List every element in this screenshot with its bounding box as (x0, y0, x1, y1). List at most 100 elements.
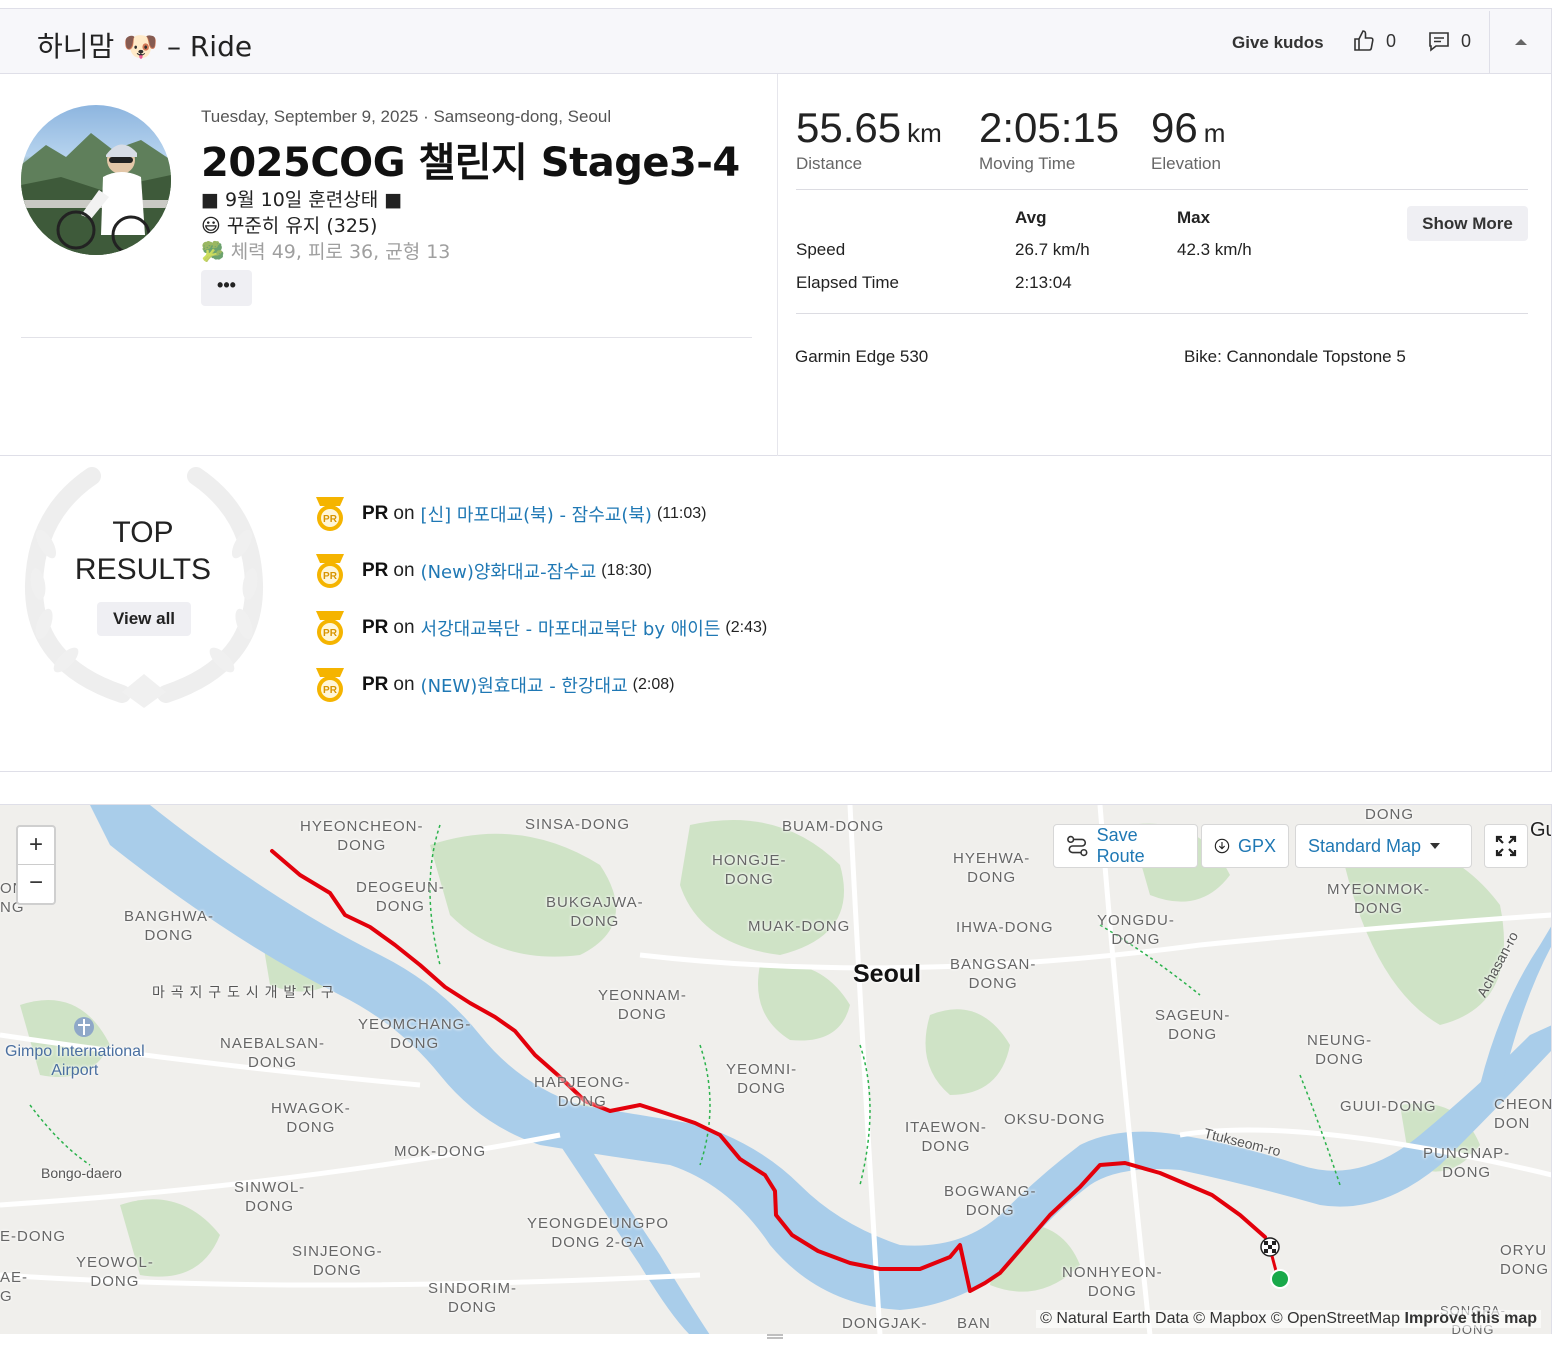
resize-handle-icon[interactable] (766, 1333, 784, 1341)
map-label: OKSU-DONG (1004, 1111, 1106, 1128)
fullscreen-button[interactable] (1484, 824, 1528, 868)
map-label: SINWOL- DONG (234, 1179, 306, 1215)
map-style-label: Standard Map (1308, 835, 1422, 856)
map-label: DONG (1365, 806, 1414, 823)
map-label: BANGSAN- DONG (950, 956, 1037, 992)
bike-name[interactable]: Bike: Cannondale Topstone 5 (1184, 347, 1406, 367)
pr-medal-icon: PR (316, 668, 344, 702)
map-label: HONGJE- DONG (712, 852, 787, 888)
description-line: 🥦 체력 49, 피로 36, 균형 13 (201, 241, 451, 263)
activity-date-location: Tuesday, September 9, 2025 · Samseong-do… (201, 107, 612, 126)
map-label: DONGJAK- (842, 1315, 928, 1332)
elevation-unit: m (1203, 118, 1226, 148)
top-results-title: TOP RESULTS (40, 514, 246, 588)
distance-label: Distance (796, 154, 863, 173)
gpx-label: GPX (1237, 835, 1276, 856)
improve-map-link[interactable]: Improve this map (1405, 1310, 1537, 1327)
svg-text:PR: PR (323, 628, 338, 639)
start-marker (1270, 1269, 1290, 1289)
device-name: Garmin Edge 530 (795, 347, 929, 366)
athlete-avatar[interactable] (21, 105, 171, 255)
comment-count: 0 (1461, 30, 1472, 51)
speed-avg: 26.7 km/h (1015, 240, 1090, 259)
svg-text:PR: PR (323, 514, 338, 525)
pr-on-text: on (393, 560, 415, 581)
pr-medal-icon: PR (316, 554, 344, 588)
collapse-caret-icon[interactable] (1512, 33, 1530, 51)
segment-link[interactable]: (NEW)원효대교 - 한강대교 (421, 672, 628, 698)
map-label: HAPJEONG- DONG (534, 1074, 631, 1110)
map-label: AE- G (0, 1269, 29, 1305)
speed-max: 42.3 km/h (1177, 240, 1252, 259)
map-label: YEOWOL- DONG (76, 1254, 154, 1290)
segment-link[interactable]: [신] 마포대교(북) - 잠수교(북) (421, 501, 652, 527)
map-label: PUNGNAP- DONG (1423, 1145, 1511, 1181)
map-label: E-DONG (0, 1228, 66, 1245)
pr-on-text: on (393, 674, 415, 695)
segment-time: (11:03) (656, 505, 707, 522)
chevron-down-icon (1430, 843, 1441, 849)
pr-result-row: PR PR on (NEW)원효대교 - 한강대교 (2:08) (312, 665, 674, 705)
zoom-in-button[interactable]: + (18, 827, 54, 865)
map-label: YEOMNI- DONG (726, 1061, 798, 1097)
map-attribution: © Natural Earth Data © Mapbox © OpenStre… (1036, 1310, 1541, 1328)
divider (21, 337, 752, 338)
kudos-count-button[interactable]: 0 (1352, 29, 1396, 53)
pr-result-row: PR PR on 서강대교북단 - 마포대교북단 by 애이든 (2:43) (312, 608, 767, 648)
map-label: IHWA-DONG (956, 919, 1054, 936)
column-divider (777, 74, 778, 456)
map-label-city: Seoul (853, 960, 922, 988)
laurel-wreath-icon (24, 467, 264, 708)
speed-label: Speed (796, 240, 846, 259)
map-label: SINJEONG- DONG (292, 1243, 383, 1279)
fullscreen-icon (1495, 835, 1517, 857)
map-label: 마 곡 지 구 도 시 개 발 지 구 (152, 984, 335, 1000)
map-label: BOGWANG- DONG (944, 1183, 1037, 1219)
map-label: ITAEWON- DONG (905, 1119, 987, 1155)
map-label: NAEBALSAN- DONG (220, 1035, 326, 1071)
map-label: BAN (957, 1315, 991, 1332)
more-description-button[interactable]: ••• (201, 270, 252, 306)
gpx-download-button[interactable]: GPX (1201, 824, 1289, 868)
map-style-dropdown[interactable]: Standard Map (1295, 824, 1472, 868)
show-more-button[interactable]: Show More (1407, 206, 1528, 241)
comment-icon (1429, 32, 1449, 52)
pr-label: PR (362, 617, 389, 638)
map-label: GUUI-DONG (1340, 1098, 1437, 1115)
activity-title: 2025COG 챌린지 Stage3-4 (201, 140, 740, 186)
map-label: YEOMCHANG- DONG (358, 1016, 472, 1052)
give-kudos-button[interactable]: Give kudos (1232, 33, 1324, 53)
segment-time: (2:43) (725, 619, 768, 636)
map-label-airport: Gimpo International Airport (5, 1043, 145, 1079)
elevation-label: Elevation (1151, 154, 1221, 173)
stat-moving-time: 2:05:15 Moving Time (979, 104, 1119, 174)
moving-time-value: 2:05:15 (979, 104, 1120, 151)
comment-count-button[interactable]: 0 (1427, 29, 1471, 53)
map-label: YONGDU- DONG (1097, 912, 1175, 948)
pr-result-row: PR PR on (New)양화대교-잠수교 (18:30) (312, 551, 652, 591)
top-results-title-line: TOP (112, 516, 174, 549)
save-route-button[interactable]: Save Route (1053, 824, 1198, 868)
elapsed-time-avg: 2:13:04 (1015, 273, 1072, 292)
pr-medal-icon: PR (316, 611, 344, 645)
view-all-results-button[interactable]: View all (97, 602, 191, 636)
distance-unit: km (907, 118, 942, 148)
stat-elevation: 96 m Elevation (1151, 104, 1225, 174)
divider (796, 189, 1528, 190)
segment-link[interactable]: 서강대교북단 - 마포대교북단 by 애이든 (421, 615, 721, 641)
activity-summary: Tuesday, September 9, 2025 · Samseong-do… (0, 74, 1552, 456)
map-label: SAGEUN- DONG (1155, 1007, 1231, 1043)
route-map[interactable]: HYEONCHEON- DONG SINSA-DONG BUAM-DONG HON… (0, 804, 1552, 1334)
avatar-photo (21, 133, 171, 255)
map-label: MOK-DONG (394, 1143, 487, 1160)
attribution-text: © Natural Earth Data © Mapbox © OpenStre… (1040, 1310, 1401, 1327)
map-label: MUAK-DONG (748, 918, 851, 935)
map-label: HYEONCHEON- DONG (300, 818, 424, 854)
pr-label: PR (362, 560, 389, 581)
zoom-out-button[interactable]: − (18, 865, 54, 903)
zoom-control: + − (16, 825, 56, 905)
map-label: NEUNG- DONG (1307, 1032, 1373, 1068)
download-icon (1214, 838, 1230, 854)
segment-link[interactable]: (New)양화대교-잠수교 (421, 558, 597, 584)
map-label: YEONGDEUNGPO DONG 2-GA (527, 1215, 670, 1251)
